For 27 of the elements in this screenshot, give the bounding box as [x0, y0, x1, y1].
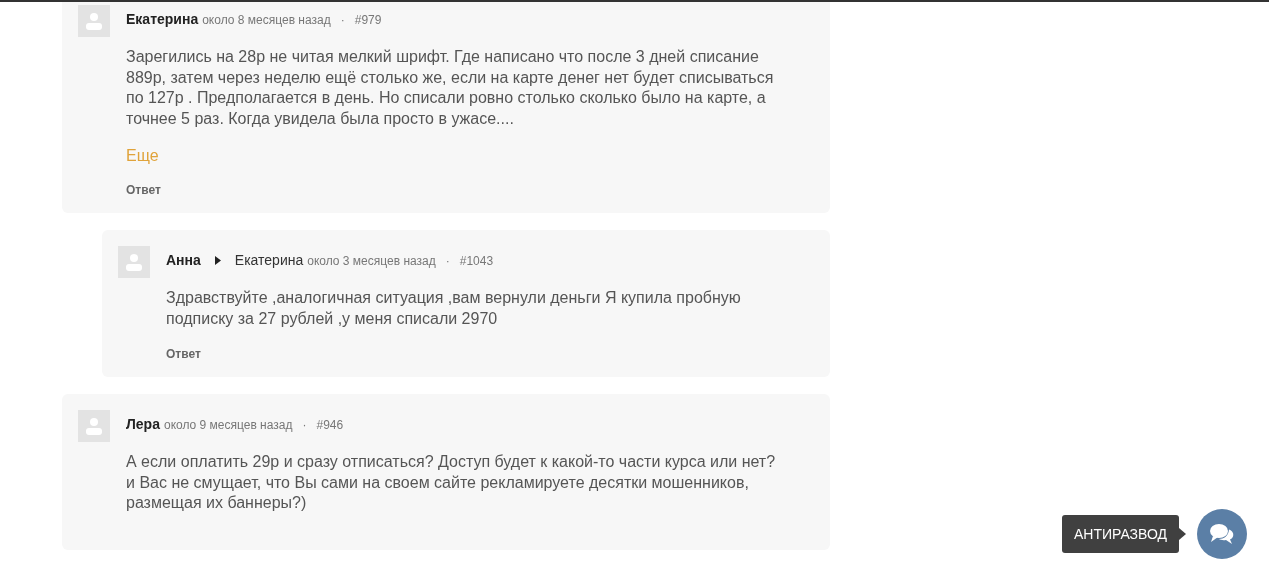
- comment-text: и Вас не смущает, что Вы сами на своем сайте рекламируете десятки мошенников, размещая их баннеры?): [126, 472, 750, 513]
- comment-number[interactable]: #979: [354, 13, 382, 27]
- comment-time: около 8 месяцев назад: [202, 13, 331, 27]
- comment-time: около 9 месяцев назад: [163, 418, 293, 432]
- chat-button[interactable]: [1197, 509, 1247, 559]
- comment-author: Анна: [166, 252, 201, 268]
- user-icon: [85, 12, 103, 30]
- user-icon: [85, 417, 103, 435]
- reply-to-author: Екатерина: [234, 252, 304, 268]
- separator-dot: ·: [340, 13, 345, 27]
- comment-text: Здравствуйте ,аналогичная ситуация ,вам вернули деньги Я купила пробную подписку за 27 рублей ,у меня списали 2970: [166, 288, 742, 329]
- reply-link[interactable]: Ответ: [126, 183, 780, 197]
- chat-bubbles-icon: [1209, 523, 1235, 545]
- comment-author: Екатерина: [126, 11, 199, 27]
- reply-link[interactable]: Ответ: [166, 347, 780, 361]
- tooltip-pointer: [1179, 528, 1186, 540]
- separator-dot: ·: [445, 254, 450, 268]
- chat-tooltip: АНТИРАЗВОД: [1061, 515, 1179, 553]
- comment-number[interactable]: #1043: [459, 254, 494, 268]
- comment-text: А если оплатить 29р и сразу отписаться? Доступ будет к какой-то части курса или нет?: [126, 452, 777, 472]
- caret-icon: [214, 256, 221, 265]
- user-icon: [125, 253, 143, 271]
- separator-dot: ·: [302, 418, 307, 432]
- comment-text: Зарегились на 28р не читая мелкий шрифт. Где написано что после 3 дней списание 889р, затем через неделю ещё столько же, если на карте денег нет будет списываться по 127р . Предполагается в день. Но списали ровно столько сколько было на карте, а точнее 5 раз. Когда увидела была просто в ужасе....: [126, 47, 775, 129]
- comment-time: около 3 месяцев назад: [307, 254, 436, 268]
- comment-number[interactable]: #946: [316, 418, 344, 432]
- comment-author: Лера: [126, 416, 160, 432]
